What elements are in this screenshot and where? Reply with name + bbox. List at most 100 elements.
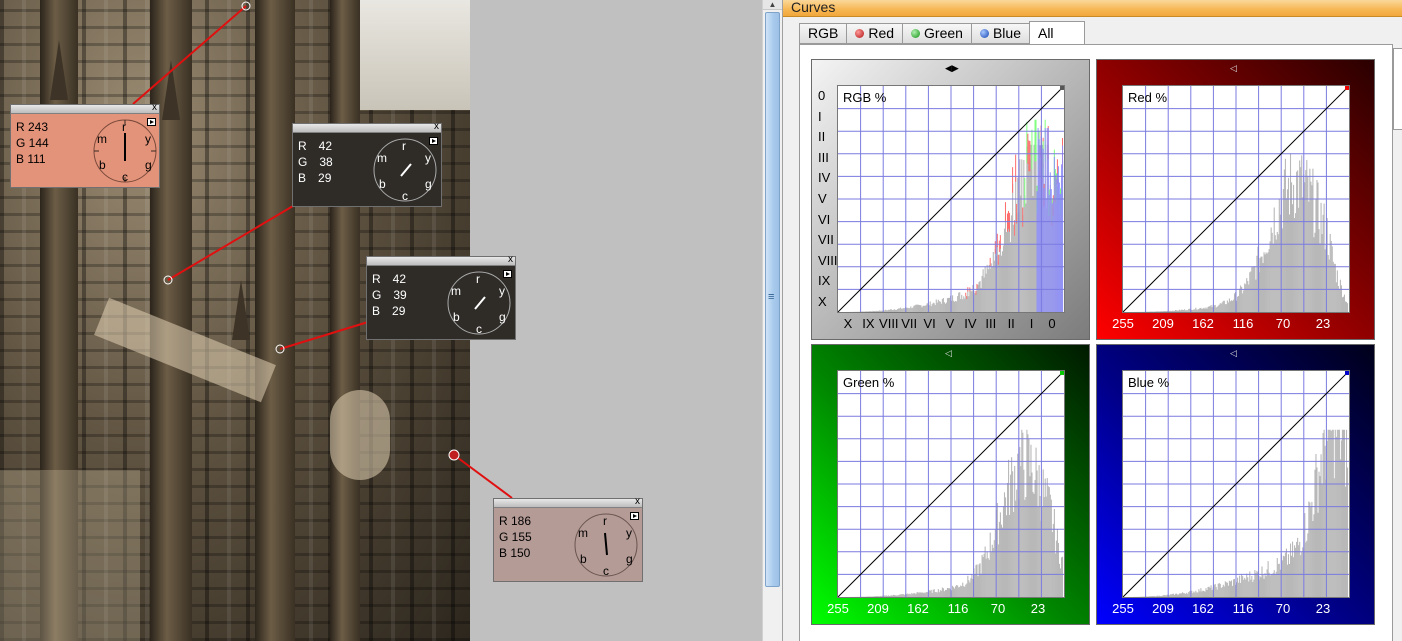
- probe-b-value: 29: [392, 304, 406, 318]
- y-tick-label: IV: [818, 170, 831, 186]
- svg-text:c: c: [476, 322, 482, 336]
- hue-dial: r y g c b m: [373, 138, 437, 203]
- scroll-up-arrow-icon[interactable]: ▲: [763, 0, 782, 10]
- hue-dial: r y g c b m: [574, 513, 638, 578]
- close-icon[interactable]: x: [508, 254, 513, 266]
- plot-label: RGB %: [843, 90, 887, 105]
- close-icon[interactable]: x: [635, 496, 640, 508]
- x-tick-label: II: [1007, 316, 1015, 331]
- svg-text:c: c: [603, 564, 609, 578]
- plot-label: Blue %: [1128, 375, 1170, 390]
- probe-r-value: 42: [318, 139, 333, 153]
- probe-titlebar[interactable]: x: [494, 496, 642, 508]
- x-tick-label: 209: [867, 601, 889, 616]
- panel-handle-icon[interactable]: ◁: [945, 349, 952, 358]
- probe-values: R 186 G 155 B 150: [499, 513, 532, 561]
- svg-text:y: y: [626, 526, 632, 540]
- probe-titlebar[interactable]: x: [11, 102, 159, 114]
- y-tick-label: III: [818, 149, 829, 165]
- curve-plot[interactable]: [1122, 370, 1350, 598]
- color-probe-1[interactable]: x R 243 G 144 B 111 r y g c b m: [10, 102, 160, 188]
- svg-text:y: y: [145, 132, 151, 146]
- green-dot-icon: [911, 29, 921, 38]
- curve-endpoint: [1345, 371, 1349, 375]
- color-probe-4[interactable]: x R 186 G 155 B 150 r y g c b m: [493, 496, 643, 582]
- panel-handle-icon[interactable]: ◀▶: [945, 64, 959, 73]
- probe-titlebar[interactable]: x: [293, 121, 441, 133]
- vertical-scrollbar[interactable]: ▲ ≡: [762, 0, 782, 641]
- probe-g-value: G 155: [499, 530, 532, 544]
- curve-endpoint: [1060, 86, 1064, 90]
- tab-label: All: [1037, 24, 1054, 41]
- y-tick-label: IX: [818, 273, 831, 289]
- x-tick-label: 70: [990, 601, 1006, 616]
- x-tick-label: 162: [1192, 601, 1214, 616]
- x-tick-label: 209: [1152, 601, 1174, 616]
- x-tick-labels: 255 209 162 116 70 23: [827, 601, 1073, 619]
- probe-g-label: G: [298, 155, 308, 169]
- dial-hand: [474, 296, 486, 310]
- probe-g-value: 38: [319, 155, 333, 169]
- x-tick-label: 255: [1112, 316, 1134, 331]
- curve-panel-rgb: ◀▶ 0 I II III IV V VI VII VIII IX X RGB % X IX VIII V…: [811, 59, 1090, 340]
- x-tick-label: VI: [923, 316, 936, 331]
- probe-b-label: B: [298, 171, 307, 185]
- x-tick-label: 70: [1275, 601, 1291, 616]
- svg-text:y: y: [425, 151, 431, 165]
- probe-titlebar[interactable]: x: [367, 254, 515, 266]
- svg-text:r: r: [603, 514, 607, 528]
- x-tick-label: 70: [1275, 316, 1291, 331]
- color-probe-3[interactable]: x R 42 G 39 B 29 r y g c b m: [366, 254, 516, 340]
- close-icon[interactable]: x: [152, 102, 157, 114]
- close-icon[interactable]: x: [434, 121, 439, 133]
- y-tick-label: V: [818, 191, 827, 206]
- tab-green[interactable]: Green: [902, 23, 971, 44]
- tab-red[interactable]: Red: [846, 23, 903, 44]
- color-probe-2[interactable]: x R 42 G 38 B 29 r y g c b m: [292, 121, 442, 207]
- x-tick-labels: 255 209 162 116 70 23: [1112, 601, 1358, 619]
- photo-sky: [350, 0, 470, 110]
- svg-text:m: m: [377, 151, 387, 165]
- probe-values: R 42 G 38 B 29: [298, 138, 333, 186]
- probe-b-label: B: [372, 304, 381, 318]
- svg-text:r: r: [122, 120, 126, 134]
- x-tick-label: VII: [901, 316, 918, 331]
- x-tick-label: 162: [907, 601, 929, 616]
- y-tick-label: 0: [818, 88, 826, 103]
- probe-r-value: R 186: [499, 514, 532, 528]
- curve-panel-red: ◁ Red % 255 209 162 116 70 23: [1096, 59, 1375, 340]
- svg-text:m: m: [451, 284, 461, 298]
- svg-text:g: g: [425, 177, 432, 191]
- x-tick-label: IV: [964, 316, 977, 331]
- histogram: [840, 119, 1064, 312]
- x-tick-label: 116: [1232, 316, 1254, 331]
- panel-handle-icon[interactable]: ◁: [1230, 64, 1237, 73]
- probe-g-value: 39: [393, 288, 407, 302]
- curve-plot[interactable]: [837, 85, 1065, 313]
- svg-text:c: c: [122, 170, 128, 184]
- x-tick-label: 0: [1048, 316, 1056, 331]
- grip-icon: ≡: [768, 291, 775, 303]
- plot-label: Red %: [1128, 90, 1168, 105]
- tab-blue[interactable]: Blue: [970, 23, 1029, 44]
- probe-g-value: G 144: [16, 136, 49, 150]
- hue-dial: r y g c b m: [447, 271, 511, 336]
- y-tick-label: I: [818, 108, 822, 124]
- photo-spire: [50, 40, 68, 100]
- x-tick-label: X: [843, 316, 853, 331]
- tab-rgb[interactable]: RGB: [799, 23, 847, 44]
- histogram: [1125, 153, 1349, 312]
- photo-pillar: [330, 0, 360, 641]
- probe-r-value: R 243: [16, 120, 49, 134]
- curve-plot[interactable]: [1122, 85, 1350, 313]
- probe-b-value: B 150: [499, 546, 531, 560]
- tab-all[interactable]: All: [1028, 21, 1085, 44]
- x-tick-label: 23: [1030, 601, 1046, 616]
- probe-r-label: R: [298, 139, 307, 153]
- side-info-box: [1393, 48, 1402, 130]
- panel-handle-icon[interactable]: ◁: [1230, 349, 1237, 358]
- curve-plot[interactable]: [837, 370, 1065, 598]
- probe-b-value: 29: [318, 171, 332, 185]
- svg-text:g: g: [499, 310, 506, 324]
- probe-values: R 243 G 144 B 111: [16, 119, 49, 167]
